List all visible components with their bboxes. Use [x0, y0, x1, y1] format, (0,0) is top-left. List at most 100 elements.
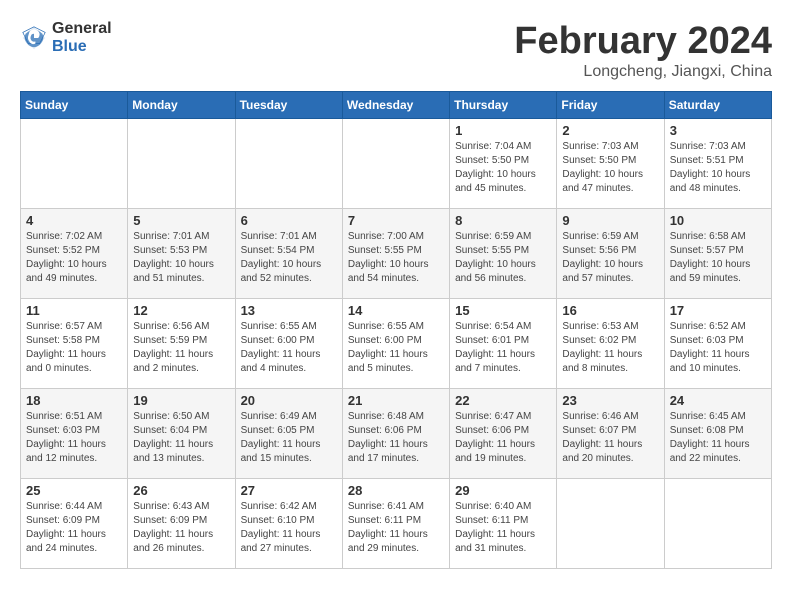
month-title: February 2024	[514, 20, 772, 63]
weekday-header-sunday: Sunday	[21, 92, 128, 119]
day-number: 8	[455, 213, 551, 228]
weekday-header-thursday: Thursday	[450, 92, 557, 119]
calendar-cell: 4 Sunrise: 7:02 AM Sunset: 5:52 PM Daylig…	[21, 209, 128, 299]
day-info: Sunrise: 6:40 AM Sunset: 6:11 PM Dayligh…	[455, 500, 551, 556]
day-number: 14	[348, 303, 444, 318]
day-number: 7	[348, 213, 444, 228]
calendar-cell	[557, 479, 664, 569]
calendar-cell: 24 Sunrise: 6:45 AM Sunset: 6:08 PM Dayli…	[664, 389, 771, 479]
week-row-1: 1 Sunrise: 7:04 AM Sunset: 5:50 PM Daylig…	[21, 119, 772, 209]
day-number: 21	[348, 393, 444, 408]
day-info: Sunrise: 6:55 AM Sunset: 6:00 PM Dayligh…	[241, 320, 337, 376]
day-info: Sunrise: 6:41 AM Sunset: 6:11 PM Dayligh…	[348, 500, 444, 556]
calendar-cell: 23Sunrise: 6:46 AM Sunset: 6:07 PM Dayli…	[557, 389, 664, 479]
calendar-cell: 1 Sunrise: 7:04 AM Sunset: 5:50 PM Daylig…	[450, 119, 557, 209]
day-info: Sunrise: 6:53 AM Sunset: 6:02 PM Dayligh…	[562, 320, 658, 376]
day-info: Sunrise: 6:56 AM Sunset: 5:59 PM Dayligh…	[133, 320, 229, 376]
day-number: 11	[26, 303, 122, 318]
calendar-cell	[342, 119, 449, 209]
day-number: 4	[26, 213, 122, 228]
weekday-header-row: SundayMondayTuesdayWednesdayThursdayFrid…	[21, 92, 772, 119]
day-info: Sunrise: 6:43 AM Sunset: 6:09 PM Dayligh…	[133, 500, 229, 556]
calendar-table: SundayMondayTuesdayWednesdayThursdayFrid…	[20, 91, 772, 569]
week-row-2: 4 Sunrise: 7:02 AM Sunset: 5:52 PM Daylig…	[21, 209, 772, 299]
week-row-4: 18Sunrise: 6:51 AM Sunset: 6:03 PM Dayli…	[21, 389, 772, 479]
logo-icon	[20, 24, 48, 52]
day-number: 19	[133, 393, 229, 408]
calendar-cell: 26 Sunrise: 6:43 AM Sunset: 6:09 PM Dayli…	[128, 479, 235, 569]
calendar-cell: 5 Sunrise: 7:01 AM Sunset: 5:53 PM Daylig…	[128, 209, 235, 299]
calendar-cell: 15Sunrise: 6:54 AM Sunset: 6:01 PM Dayli…	[450, 299, 557, 389]
calendar-cell: 28 Sunrise: 6:41 AM Sunset: 6:11 PM Dayli…	[342, 479, 449, 569]
day-info: Sunrise: 6:50 AM Sunset: 6:04 PM Dayligh…	[133, 410, 229, 466]
day-info: Sunrise: 6:57 AM Sunset: 5:58 PM Dayligh…	[26, 320, 122, 376]
day-info: Sunrise: 6:58 AM Sunset: 5:57 PM Dayligh…	[670, 230, 766, 286]
day-info: Sunrise: 6:45 AM Sunset: 6:08 PM Dayligh…	[670, 410, 766, 466]
day-number: 5	[133, 213, 229, 228]
calendar-cell	[128, 119, 235, 209]
calendar-cell: 10 Sunrise: 6:58 AM Sunset: 5:57 PM Dayli…	[664, 209, 771, 299]
day-info: Sunrise: 7:01 AM Sunset: 5:53 PM Dayligh…	[133, 230, 229, 286]
day-info: Sunrise: 6:47 AM Sunset: 6:06 PM Dayligh…	[455, 410, 551, 466]
calendar-cell	[235, 119, 342, 209]
day-number: 23	[562, 393, 658, 408]
day-number: 12	[133, 303, 229, 318]
page-header: General Blue February 2024 Longcheng, Ji…	[20, 20, 772, 81]
week-row-5: 25Sunrise: 6:44 AM Sunset: 6:09 PM Dayli…	[21, 479, 772, 569]
day-info: Sunrise: 6:59 AM Sunset: 5:56 PM Dayligh…	[562, 230, 658, 286]
day-number: 20	[241, 393, 337, 408]
logo-general-text: General	[52, 20, 112, 38]
title-block: February 2024 Longcheng, Jiangxi, China	[514, 20, 772, 81]
day-number: 17	[670, 303, 766, 318]
day-info: Sunrise: 6:42 AM Sunset: 6:10 PM Dayligh…	[241, 500, 337, 556]
calendar-cell: 17 Sunrise: 6:52 AM Sunset: 6:03 PM Dayli…	[664, 299, 771, 389]
logo: General Blue	[20, 20, 112, 55]
calendar-cell: 25Sunrise: 6:44 AM Sunset: 6:09 PM Dayli…	[21, 479, 128, 569]
calendar-cell: 22Sunrise: 6:47 AM Sunset: 6:06 PM Dayli…	[450, 389, 557, 479]
day-number: 29	[455, 483, 551, 498]
day-number: 6	[241, 213, 337, 228]
day-number: 24	[670, 393, 766, 408]
calendar-cell: 7 Sunrise: 7:00 AM Sunset: 5:55 PM Daylig…	[342, 209, 449, 299]
day-info: Sunrise: 7:04 AM Sunset: 5:50 PM Dayligh…	[455, 140, 551, 196]
day-number: 13	[241, 303, 337, 318]
calendar-cell: 2 Sunrise: 7:03 AM Sunset: 5:50 PM Daylig…	[557, 119, 664, 209]
calendar-cell: 27 Sunrise: 6:42 AM Sunset: 6:10 PM Dayli…	[235, 479, 342, 569]
weekday-header-saturday: Saturday	[664, 92, 771, 119]
calendar-cell: 8 Sunrise: 6:59 AM Sunset: 5:55 PM Daylig…	[450, 209, 557, 299]
day-number: 10	[670, 213, 766, 228]
day-number: 2	[562, 123, 658, 138]
calendar-cell: 16 Sunrise: 6:53 AM Sunset: 6:02 PM Dayli…	[557, 299, 664, 389]
day-info: Sunrise: 7:01 AM Sunset: 5:54 PM Dayligh…	[241, 230, 337, 286]
day-number: 28	[348, 483, 444, 498]
day-number: 27	[241, 483, 337, 498]
logo-blue-text: Blue	[52, 38, 112, 56]
week-row-3: 11 Sunrise: 6:57 AM Sunset: 5:58 PM Dayli…	[21, 299, 772, 389]
day-number: 18	[26, 393, 122, 408]
location: Longcheng, Jiangxi, China	[514, 63, 772, 81]
calendar-cell: 11 Sunrise: 6:57 AM Sunset: 5:58 PM Dayli…	[21, 299, 128, 389]
day-number: 15	[455, 303, 551, 318]
calendar-cell: 9Sunrise: 6:59 AM Sunset: 5:56 PM Daylig…	[557, 209, 664, 299]
day-info: Sunrise: 7:03 AM Sunset: 5:51 PM Dayligh…	[670, 140, 766, 196]
weekday-header-friday: Friday	[557, 92, 664, 119]
calendar-cell: 3Sunrise: 7:03 AM Sunset: 5:51 PM Daylig…	[664, 119, 771, 209]
calendar-cell	[664, 479, 771, 569]
day-info: Sunrise: 7:03 AM Sunset: 5:50 PM Dayligh…	[562, 140, 658, 196]
calendar-cell: 13 Sunrise: 6:55 AM Sunset: 6:00 PM Dayli…	[235, 299, 342, 389]
day-info: Sunrise: 7:00 AM Sunset: 5:55 PM Dayligh…	[348, 230, 444, 286]
calendar-cell: 29 Sunrise: 6:40 AM Sunset: 6:11 PM Dayli…	[450, 479, 557, 569]
day-info: Sunrise: 6:59 AM Sunset: 5:55 PM Dayligh…	[455, 230, 551, 286]
day-number: 1	[455, 123, 551, 138]
weekday-header-wednesday: Wednesday	[342, 92, 449, 119]
calendar-cell: 19 Sunrise: 6:50 AM Sunset: 6:04 PM Dayli…	[128, 389, 235, 479]
calendar-cell: 20Sunrise: 6:49 AM Sunset: 6:05 PM Dayli…	[235, 389, 342, 479]
day-info: Sunrise: 6:44 AM Sunset: 6:09 PM Dayligh…	[26, 500, 122, 556]
calendar-cell: 14 Sunrise: 6:55 AM Sunset: 6:00 PM Dayli…	[342, 299, 449, 389]
day-number: 16	[562, 303, 658, 318]
day-number: 26	[133, 483, 229, 498]
weekday-header-tuesday: Tuesday	[235, 92, 342, 119]
day-info: Sunrise: 6:55 AM Sunset: 6:00 PM Dayligh…	[348, 320, 444, 376]
day-info: Sunrise: 7:02 AM Sunset: 5:52 PM Dayligh…	[26, 230, 122, 286]
day-info: Sunrise: 6:52 AM Sunset: 6:03 PM Dayligh…	[670, 320, 766, 376]
